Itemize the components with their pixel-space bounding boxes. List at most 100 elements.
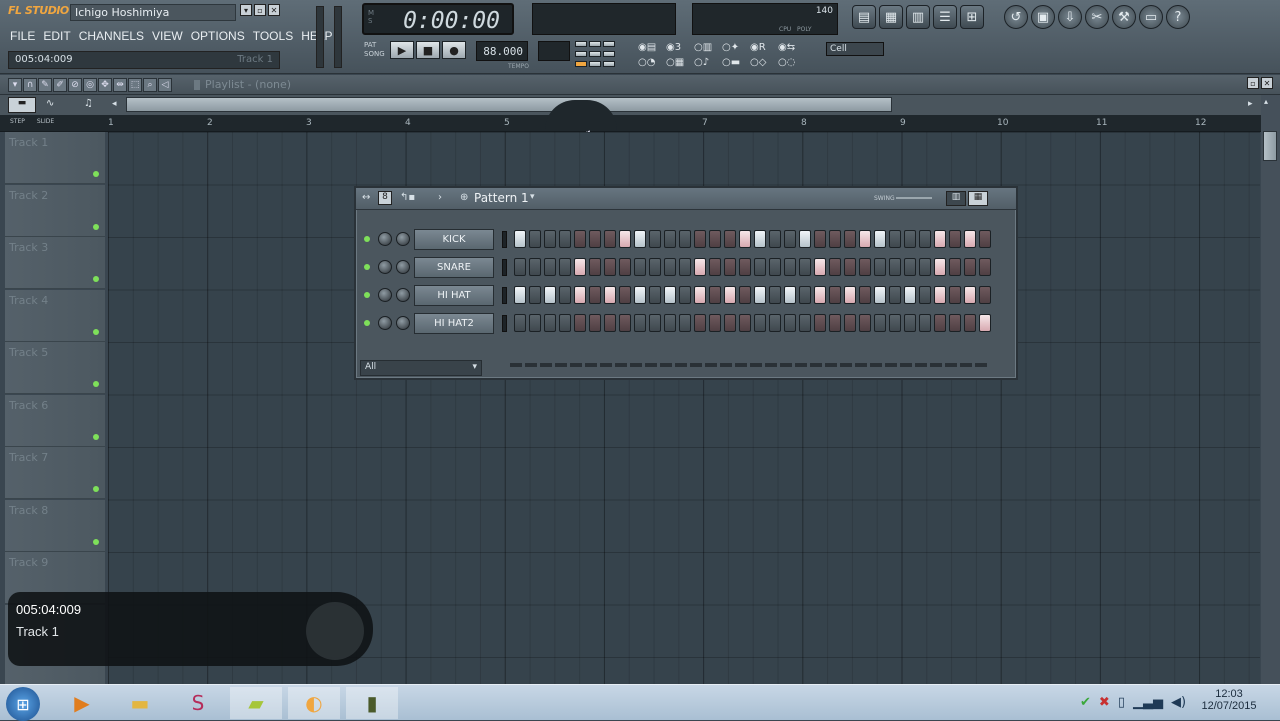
channel-active-led[interactable]: [364, 236, 370, 242]
channel-active-led[interactable]: [364, 320, 370, 326]
step-button-off[interactable]: [724, 230, 736, 248]
playback-icon[interactable]: ◁: [158, 78, 172, 92]
step-button-off[interactable]: [709, 258, 721, 276]
wait-icon[interactable]: ○◔: [638, 57, 666, 70]
step-button-off[interactable]: [829, 230, 841, 248]
step-button-on[interactable]: [814, 286, 826, 304]
step-button-off[interactable]: [949, 286, 961, 304]
track-header[interactable]: Track 8: [5, 499, 105, 552]
step-button-off[interactable]: [919, 258, 931, 276]
help-icon[interactable]: ?: [1166, 5, 1190, 29]
step-button-off[interactable]: [649, 230, 661, 248]
export-icon[interactable]: ⇩: [1058, 5, 1082, 29]
step-button-off[interactable]: [799, 258, 811, 276]
step-button-off[interactable]: [844, 314, 856, 332]
slice-icon[interactable]: ⇹: [113, 78, 127, 92]
step-button-off[interactable]: [544, 314, 556, 332]
channel-volume-knob[interactable]: [396, 316, 410, 330]
channel-name-button[interactable]: HI HAT: [414, 285, 494, 306]
step-button-on[interactable]: [799, 230, 811, 248]
typing-keyboard-icon[interactable]: ○♪: [694, 57, 722, 70]
step-button-off[interactable]: [874, 314, 886, 332]
step-button-on[interactable]: [634, 286, 646, 304]
swing-slider[interactable]: [896, 197, 932, 199]
master-volume-slider[interactable]: [316, 6, 324, 68]
channel-pan-knob[interactable]: [378, 288, 392, 302]
step-button-off[interactable]: [889, 314, 901, 332]
step-button-off[interactable]: [664, 314, 676, 332]
step-button-off[interactable]: [634, 258, 646, 276]
step-button-on[interactable]: [514, 286, 526, 304]
automation-view-icon[interactable]: ♫: [84, 98, 93, 109]
step-button-off[interactable]: [784, 314, 796, 332]
step-button-off[interactable]: [919, 314, 931, 332]
step-button-on[interactable]: [904, 286, 916, 304]
track-header[interactable]: Track 7: [5, 447, 105, 499]
step-button-off[interactable]: [574, 230, 586, 248]
track-header[interactable]: Track 6: [5, 394, 105, 447]
step-button-on[interactable]: [694, 258, 706, 276]
step-button-off[interactable]: [844, 258, 856, 276]
network-tray-icon[interactable]: ▁▃▅: [1133, 695, 1163, 710]
step-button-off[interactable]: [754, 314, 766, 332]
start-button-icon[interactable]: ⊞: [6, 687, 40, 721]
channel-volume-knob[interactable]: [396, 232, 410, 246]
step-button-on[interactable]: [544, 286, 556, 304]
step-button-on[interactable]: [574, 258, 586, 276]
step-button-on[interactable]: [664, 286, 676, 304]
menu-channels[interactable]: CHANNELS: [79, 28, 144, 44]
step-button-off[interactable]: [679, 258, 691, 276]
step-button-on[interactable]: [754, 286, 766, 304]
step-button-off[interactable]: [619, 258, 631, 276]
step-button-on[interactable]: [874, 286, 886, 304]
step-button-off[interactable]: [544, 230, 556, 248]
channel-volume-knob[interactable]: [396, 260, 410, 274]
loop-icon[interactable]: ◉⇆: [778, 42, 806, 55]
step-button-off[interactable]: [859, 286, 871, 304]
step-button-off[interactable]: [619, 286, 631, 304]
step-button-off[interactable]: [664, 230, 676, 248]
step-button-off[interactable]: [904, 230, 916, 248]
fl-studio-taskbar-icon[interactable]: ◐: [288, 687, 340, 719]
step-button-off[interactable]: [724, 258, 736, 276]
channel-pan-knob[interactable]: [378, 232, 392, 246]
step-button-on[interactable]: [739, 230, 751, 248]
channel-rack-titlebar[interactable]: ↔ 8 ↰▪ › ⊕ Pattern 1 ▾ SWING ▥ ▦: [356, 188, 1016, 210]
pattern-title[interactable]: Pattern 1: [474, 191, 529, 205]
channel-filter-select[interactable]: All ▾: [360, 360, 482, 376]
step-button-off[interactable]: [649, 314, 661, 332]
step-button-on[interactable]: [964, 286, 976, 304]
undo-icon[interactable]: ↺: [1004, 5, 1028, 29]
step-button-on[interactable]: [934, 258, 946, 276]
step-button-on[interactable]: [964, 230, 976, 248]
file-explorer-icon[interactable]: ▬: [114, 687, 166, 719]
track-mute-led[interactable]: [93, 276, 99, 282]
step-button-off[interactable]: [814, 230, 826, 248]
step-button-off[interactable]: [709, 286, 721, 304]
step-button-off[interactable]: [589, 314, 601, 332]
step-button-off[interactable]: [949, 230, 961, 248]
step-button-off[interactable]: [514, 314, 526, 332]
track-mute-led[interactable]: [93, 223, 99, 230]
track-mute-led[interactable]: [93, 486, 99, 492]
audio-view-icon[interactable]: ∿: [46, 98, 54, 109]
track-header[interactable]: Track 4: [5, 289, 105, 342]
app-swirl-icon[interactable]: S: [172, 687, 224, 719]
step-sequencer-icon[interactable]: ▦: [879, 5, 903, 29]
step-button-off[interactable]: [979, 258, 991, 276]
device-tray-icon[interactable]: ▯: [1118, 695, 1125, 710]
close-icon[interactable]: ✕: [268, 4, 280, 16]
step-button-off[interactable]: [964, 258, 976, 276]
step-slide-toggle[interactable]: STEP SLIDE: [10, 118, 54, 125]
countdown-icon[interactable]: ◉3: [666, 42, 694, 55]
channel-pan-knob[interactable]: [378, 260, 392, 274]
step-button-on[interactable]: [754, 230, 766, 248]
mute-icon[interactable]: ◎: [83, 78, 97, 92]
overdub-icon[interactable]: ○◇: [750, 57, 778, 70]
step-button-off[interactable]: [769, 230, 781, 248]
zoom-icon[interactable]: ⌕: [143, 78, 157, 92]
step-button-off[interactable]: [814, 314, 826, 332]
step-button-off[interactable]: [544, 258, 556, 276]
step-button-off[interactable]: [694, 314, 706, 332]
minimize-icon[interactable]: ▫: [254, 4, 266, 16]
